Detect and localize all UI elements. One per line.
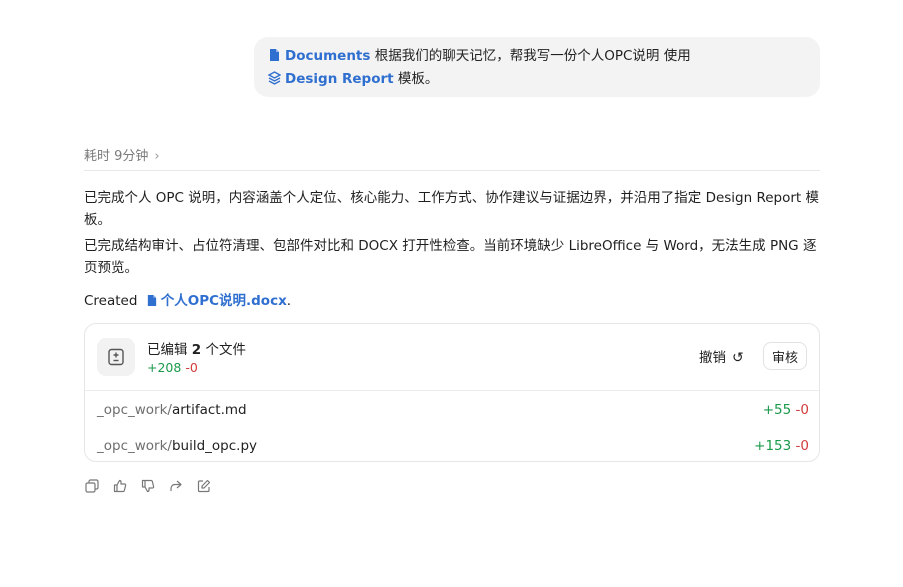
file-stats: +153 -0 [754, 435, 809, 457]
file-dir: _opc_work/ [97, 402, 172, 418]
created-suffix: . [286, 293, 292, 309]
edited-files-stats: +208 -0 [147, 360, 198, 375]
message-actions [84, 477, 212, 495]
file-additions: +153 [754, 438, 792, 454]
review-button[interactable]: 审核 [763, 342, 807, 370]
created-line: Created 个人OPC说明.docx. [84, 290, 291, 312]
edited-files-card: 已编辑 2 个文件 +208 -0 撤销 ↺ 审核 _opc_work/artif… [84, 323, 820, 462]
file-row[interactable]: _opc_work/build_opc.py +153 -0 [97, 435, 809, 457]
documents-chip-label: Documents [285, 48, 371, 64]
copy-icon[interactable] [84, 477, 100, 495]
document-icon [268, 48, 281, 69]
total-deletions: -0 [185, 360, 198, 375]
document-icon [142, 293, 161, 309]
documents-chip[interactable]: Documents [268, 48, 370, 64]
undo-label: 撤销 [699, 350, 726, 366]
created-file-link[interactable]: 个人OPC说明.docx [142, 293, 287, 309]
share-icon[interactable] [168, 477, 184, 495]
created-file-name: 个人OPC说明.docx [160, 293, 287, 309]
title-suffix: 个文件 [201, 342, 246, 358]
file-additions: +55 [762, 402, 792, 418]
title-prefix: 已编辑 [147, 342, 192, 358]
user-message-text-end: 模板。 [393, 71, 439, 87]
user-message-bubble: Documents 根据我们的聊天记忆，帮我写一份个人OPC说明 使用 Desi… [254, 37, 820, 97]
response-paragraph-1: 已完成个人 OPC 说明，内容涵盖个人定位、核心能力、工作方式、协作建议与证据边… [84, 190, 820, 228]
file-row[interactable]: _opc_work/artifact.md +55 -0 [97, 399, 809, 421]
file-deletions: -0 [795, 438, 809, 454]
layers-icon [267, 71, 282, 92]
title-count: 2 [191, 342, 202, 358]
thumbs-down-icon[interactable] [140, 477, 156, 495]
edited-files-header: 已编辑 2 个文件 +208 -0 撤销 ↺ 审核 [85, 324, 819, 391]
diff-icon [97, 338, 135, 376]
undo-button[interactable]: 撤销 ↺ [699, 346, 744, 366]
undo-icon: ↺ [732, 350, 744, 366]
design-report-chip[interactable]: Design Report [267, 71, 394, 87]
edited-files-title: 已编辑 2 个文件 [147, 338, 246, 358]
file-dir: _opc_work/ [97, 438, 172, 454]
elapsed-label: 耗时 9分钟 [84, 149, 149, 164]
file-deletions: -0 [795, 402, 809, 418]
thumbs-up-icon[interactable] [112, 477, 128, 495]
file-stats: +55 -0 [763, 399, 809, 421]
edit-icon[interactable] [196, 477, 212, 495]
user-message-text: 根据我们的聊天记忆，帮我写一份个人OPC说明 使用 [370, 48, 691, 64]
response-paragraph-2: 已完成结构审计、占位符清理、包部件对比和 DOCX 打开性检查。当前环境缺少 L… [84, 238, 817, 276]
divider [84, 170, 820, 171]
elapsed-toggle[interactable]: 耗时 9分钟 › [84, 145, 160, 164]
file-name: build_opc.py [171, 438, 258, 454]
total-additions: +208 [147, 360, 182, 375]
chevron-right-icon: › [154, 149, 160, 164]
design-report-chip-label: Design Report [285, 71, 394, 87]
created-prefix: Created [84, 293, 138, 309]
file-name: artifact.md [171, 402, 247, 418]
